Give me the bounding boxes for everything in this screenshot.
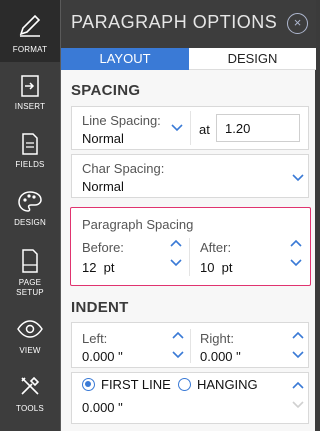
chevron-down-icon[interactable]	[292, 401, 304, 409]
format-pen-icon	[17, 12, 43, 43]
first-line-radio[interactable]	[82, 378, 95, 391]
char-spacing-value: Normal	[82, 179, 124, 194]
at-value: 1.20	[225, 121, 251, 136]
eye-icon	[16, 320, 44, 343]
rail-label-insert: INSERT	[14, 102, 46, 111]
chevron-up-icon[interactable]	[292, 381, 304, 389]
indent-section-title: INDENT	[71, 299, 129, 316]
before-label: Before:	[82, 240, 124, 255]
chevron-down-icon[interactable]	[292, 174, 304, 182]
palette-icon	[17, 190, 43, 219]
char-spacing-row[interactable]: Char Spacing: Normal	[71, 154, 309, 198]
divider	[190, 111, 191, 145]
chevron-up-icon[interactable]	[172, 331, 184, 339]
rail-label-tools: TOOLS	[16, 404, 44, 413]
first-line-label[interactable]: FIRST LINE	[101, 377, 171, 392]
rail-item-fields[interactable]: FIELDS	[0, 120, 60, 178]
rail-label-format: FORMAT	[12, 45, 48, 54]
close-icon[interactable]: ×	[287, 13, 308, 34]
chevron-down-icon[interactable]	[172, 351, 184, 359]
before-value[interactable]: 12 pt	[82, 260, 115, 275]
divider	[189, 238, 190, 276]
spacing-section-title: SPACING	[71, 82, 141, 99]
rail-label-view: VIEW	[19, 346, 41, 355]
left-indent-value[interactable]: 0.000 "	[82, 349, 123, 364]
first-line-value[interactable]: 0.000 "	[82, 400, 123, 415]
rail-label-fields: FIELDS	[15, 160, 45, 169]
at-value-input[interactable]: 1.20	[216, 114, 300, 142]
tab-design[interactable]: DESIGN	[189, 48, 316, 70]
after-label: After:	[200, 240, 232, 255]
hanging-radio[interactable]	[178, 378, 191, 391]
chevron-up-icon[interactable]	[292, 331, 304, 339]
insert-icon	[19, 74, 41, 103]
chevron-up-icon[interactable]	[170, 239, 182, 247]
chevron-down-icon[interactable]	[292, 351, 304, 359]
line-spacing-label: Line Spacing:	[82, 113, 161, 128]
rail-item-format[interactable]: FORMAT	[0, 0, 60, 62]
fields-icon	[19, 132, 41, 161]
rail-label-design: DESIGN	[14, 218, 46, 227]
paragraph-options-panel: PARAGRAPH OPTIONS × LAYOUT DESIGN SPACIN…	[60, 0, 316, 431]
chevron-up-icon[interactable]	[290, 239, 302, 247]
right-indent-value[interactable]: 0.000 "	[200, 349, 241, 364]
after-value[interactable]: 10 pt	[200, 260, 233, 275]
left-toolbar: FORMAT INSERT FIELDS DESIGN PAGE SETUP V…	[0, 0, 60, 431]
first-line-row: FIRST LINE HANGING 0.000 "	[71, 372, 309, 424]
paragraph-spacing-label: Paragraph Spacing	[82, 217, 194, 232]
at-label: at	[199, 122, 210, 137]
char-spacing-label: Char Spacing:	[82, 161, 165, 176]
chevron-down-icon[interactable]	[171, 124, 183, 132]
rail-label-page: PAGE	[18, 278, 42, 287]
rail-item-insert[interactable]: INSERT	[0, 62, 60, 120]
rail-item-tools[interactable]: TOOLS	[0, 364, 60, 422]
panel-header: PARAGRAPH OPTIONS ×	[61, 0, 316, 48]
page-setup-icon	[19, 248, 41, 279]
line-spacing-value[interactable]: Normal	[82, 131, 124, 146]
rail-label-setup: SETUP	[16, 288, 44, 297]
indent-left-right-row: Left: 0.000 " Right: 0.000 "	[71, 322, 309, 368]
chevron-down-icon[interactable]	[290, 259, 302, 267]
rail-item-design[interactable]: DESIGN	[0, 178, 60, 236]
tools-icon	[18, 374, 42, 403]
rail-item-view[interactable]: VIEW	[0, 306, 60, 364]
divider	[190, 329, 191, 363]
panel-tabs: LAYOUT DESIGN	[61, 48, 316, 70]
right-indent-label: Right:	[200, 331, 234, 346]
rail-item-page-setup[interactable]: PAGE SETUP	[0, 236, 60, 306]
line-spacing-row: Line Spacing: Normal at 1.20	[71, 106, 309, 150]
left-indent-label: Left:	[82, 331, 108, 346]
tab-layout[interactable]: LAYOUT	[61, 48, 189, 70]
chevron-down-icon[interactable]	[170, 259, 182, 267]
hanging-label[interactable]: HANGING	[197, 377, 258, 392]
paragraph-spacing-group: Paragraph Spacing Before: 12 pt After: 1…	[70, 207, 311, 286]
panel-title: PARAGRAPH OPTIONS	[71, 12, 278, 32]
